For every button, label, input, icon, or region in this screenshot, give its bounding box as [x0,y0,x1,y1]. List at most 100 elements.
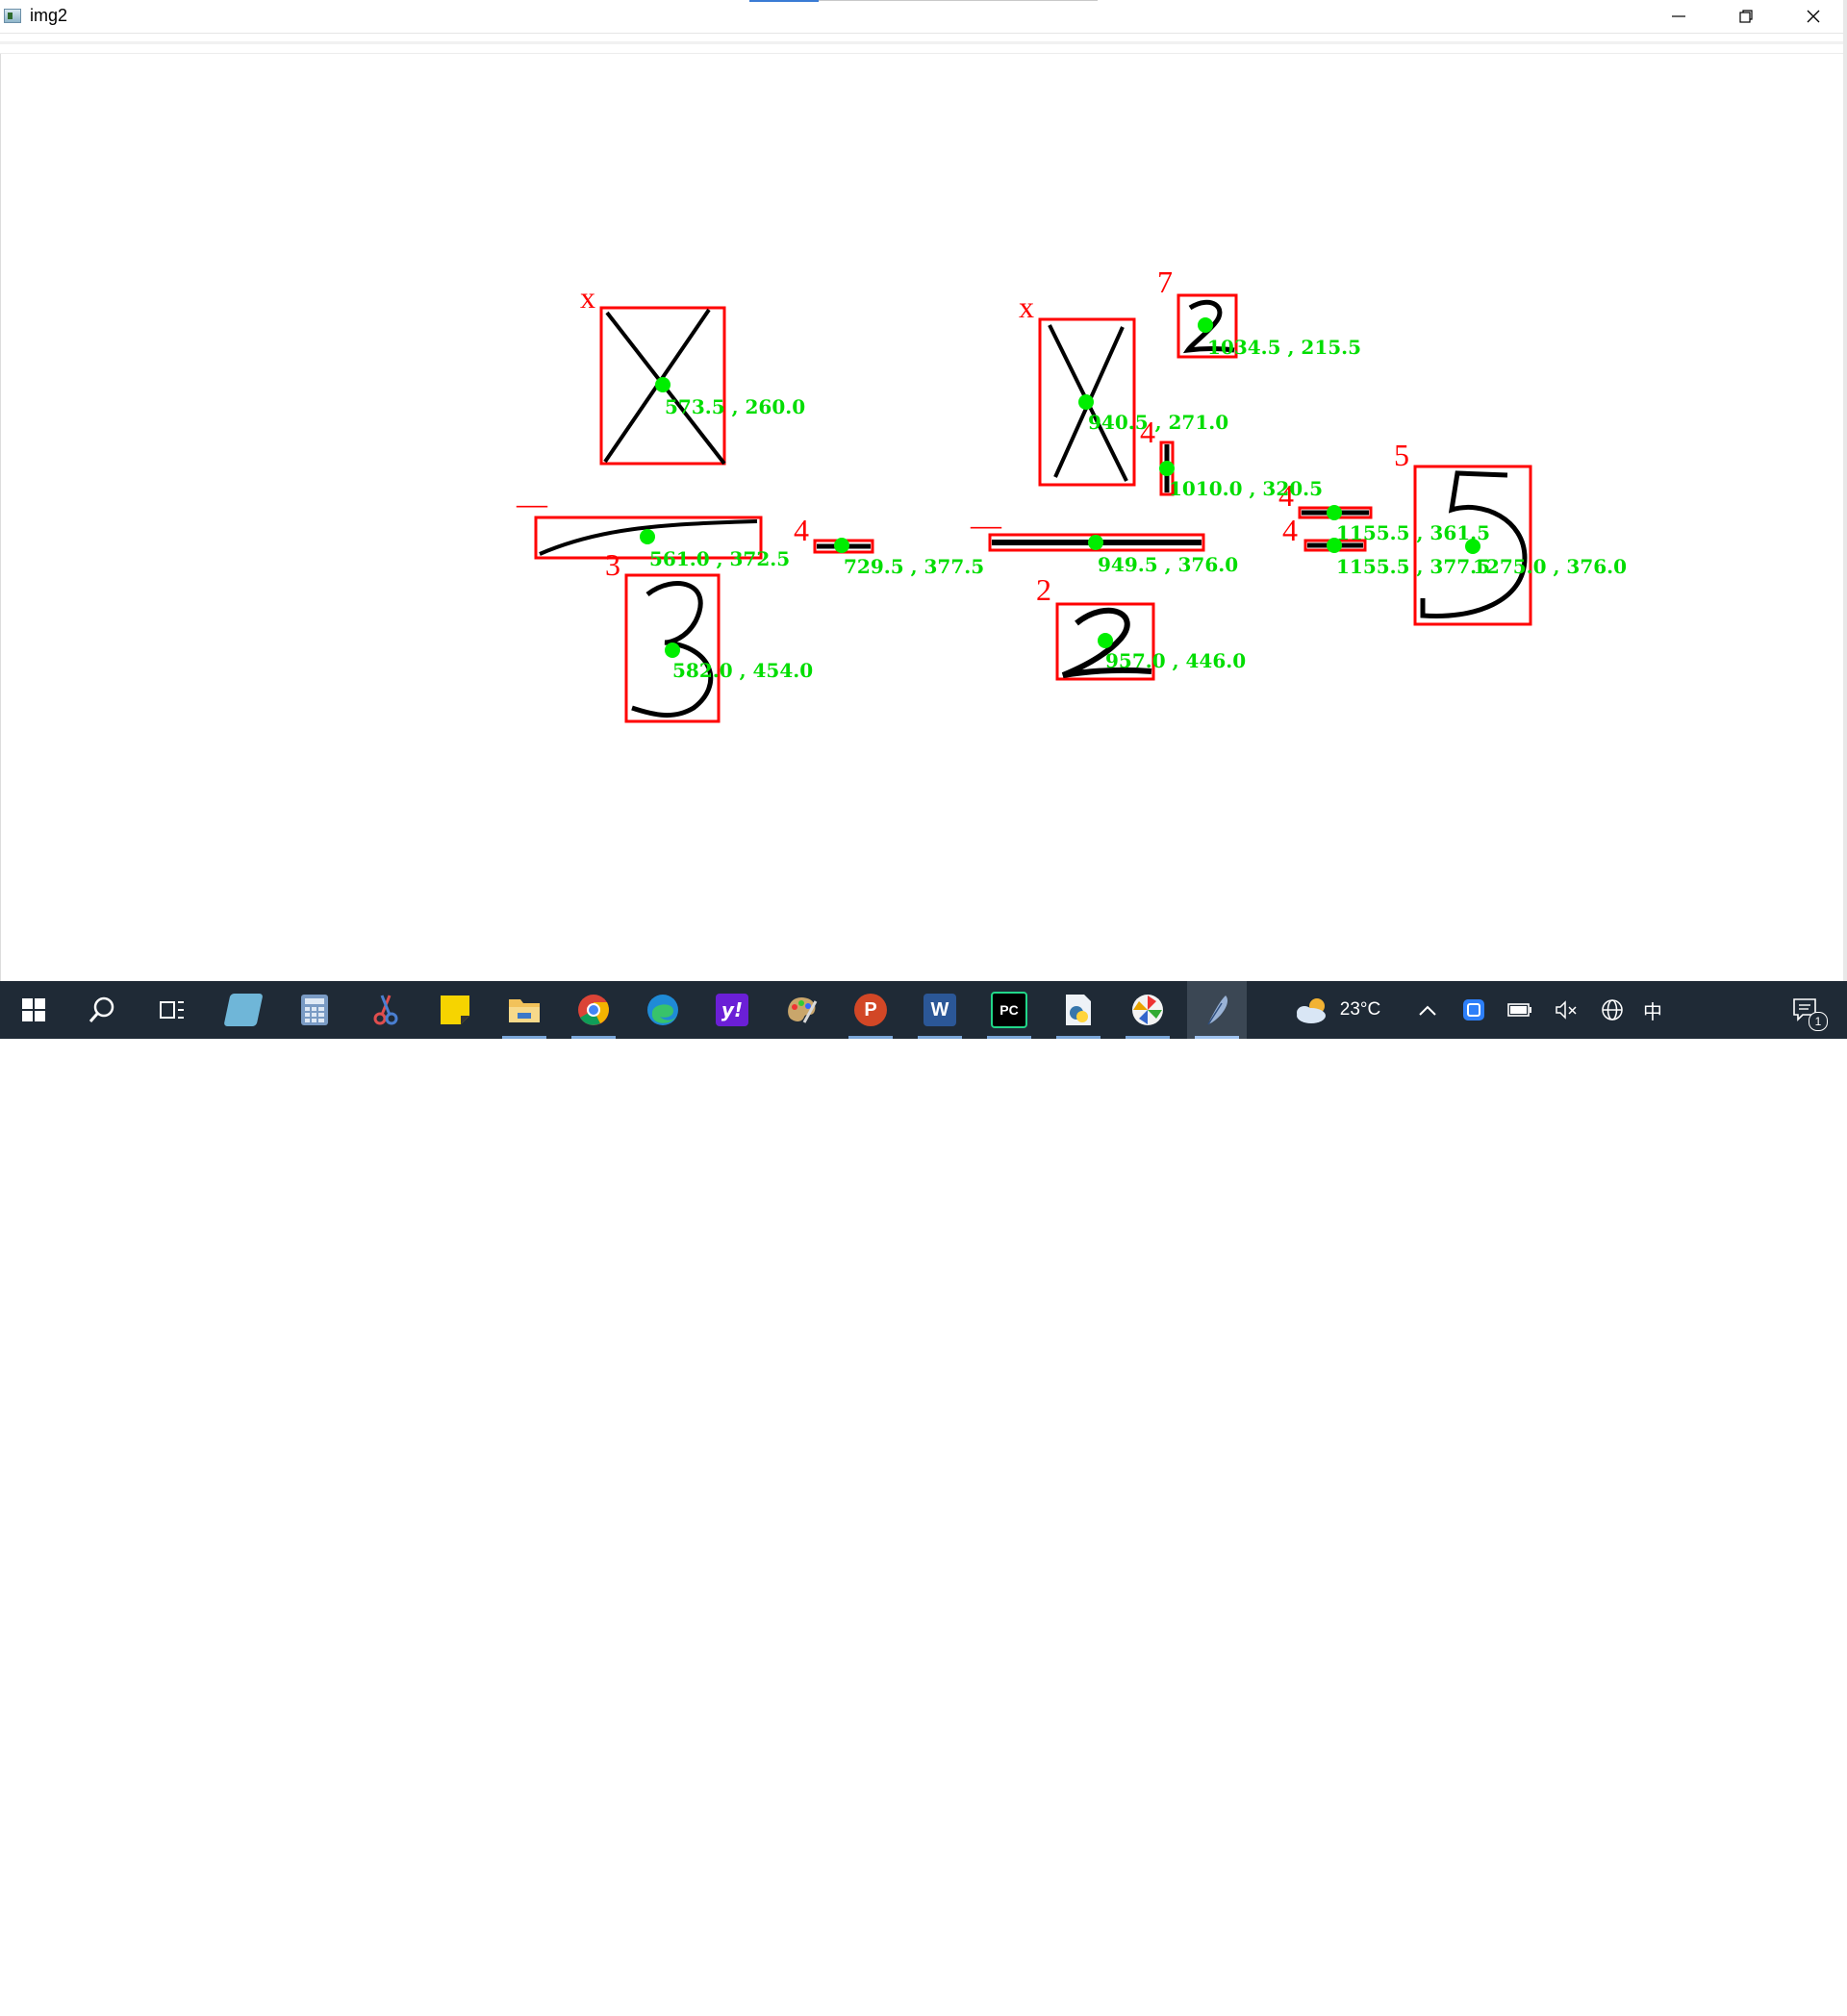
taskbar-app-yahoo[interactable]: y! [702,981,762,1039]
taskbar-app-pen[interactable] [214,981,273,1039]
taskbar-app-python[interactable] [1049,981,1108,1039]
word-icon: W [924,994,956,1026]
image-canvas: x — 3 4 x 7 4 — 2 4 4 5 573.5 , 260.0 56… [0,54,1844,981]
coord-label: 1275.0 , 376.0 [1473,555,1627,578]
globe-icon [1602,999,1623,1021]
tab-line [819,0,1098,1]
window-border-right [1843,0,1847,981]
tray-app-button[interactable] [1455,981,1493,1039]
chrome-icon [578,995,609,1025]
battery-icon [1507,1003,1531,1017]
taskbar-app-snipping[interactable] [356,981,416,1039]
coord-label: 940.5 , 271.0 [1088,411,1228,434]
scissors-icon [373,995,398,1025]
search-icon [89,996,114,1022]
folder-icon [509,999,540,1022]
feather-icon [1207,995,1228,1025]
class-label: 2 [1036,572,1051,607]
close-icon [1807,10,1820,23]
taskbar-app-powerpoint[interactable]: P [841,981,900,1039]
pycharm-icon: PC [991,992,1027,1028]
network-button[interactable] [1593,981,1632,1039]
palette-icon [788,997,818,1023]
coord-label: 582.0 , 454.0 [672,659,813,682]
center-point [1088,535,1103,550]
weather-widget[interactable]: 23°C [1279,981,1395,1039]
taskbar-app-pinwheel[interactable] [1118,981,1177,1039]
sticky-note-icon [441,995,469,1024]
meeting-app-icon [1463,999,1484,1021]
class-label: 4 [1282,513,1298,547]
taskbar-app-word[interactable]: W [910,981,970,1039]
clock-date: 2024/6/5 [1692,1994,1758,2012]
class-label: — [516,486,548,520]
taskbar-app-sticky-notes[interactable] [425,981,485,1039]
center-point [1159,461,1175,476]
clock-time: 上午 08:54 [1685,1969,1764,1987]
center-point [665,643,680,658]
coord-label: 729.5 , 377.5 [844,555,984,578]
start-button[interactable] [4,981,63,1039]
image-toolbar-strip [0,34,1847,54]
coord-label: 573.5 , 260.0 [665,395,805,418]
pinwheel-icon [1132,995,1163,1025]
center-point [640,529,655,544]
taskbar-app-chrome[interactable] [564,981,623,1039]
task-view-button[interactable] [142,981,202,1039]
windows-icon [22,998,45,1021]
search-button[interactable] [73,981,133,1039]
center-point [1078,394,1094,410]
chevron-up-icon [1419,1005,1436,1016]
coord-label: 1155.5 , 361.5 [1336,521,1490,544]
weather-temp: 23°C [1339,999,1381,1020]
calculator-icon [301,995,328,1025]
class-label: 3 [605,547,620,582]
ime-indicator: 中 [1643,999,1662,1023]
python-file-icon [1066,995,1091,1025]
minimize-button[interactable] [1645,0,1712,33]
center-point [1198,317,1213,333]
minimize-icon [1672,15,1685,17]
restore-icon [1739,10,1753,23]
taskbar: y! P W PC 23°C 中 上午 08:54 2024/6/5 1 [0,981,1847,2012]
powerpoint-icon: P [854,994,887,1026]
partly-cloudy-icon [1296,998,1326,1023]
coord-label: 957.0 , 446.0 [1105,649,1246,672]
coord-label: 1034.5 , 215.5 [1207,336,1361,359]
show-hidden-icons-button[interactable] [1408,981,1447,1039]
center-point [834,538,849,553]
window-title: img2 [30,6,68,25]
class-label: 5 [1394,438,1409,472]
center-point [1098,633,1113,648]
volume-button[interactable] [1547,981,1585,1039]
taskbar-app-paint[interactable] [772,981,831,1039]
coord-label: 561.0 , 372.5 [649,547,790,570]
taskbar-app-calculator[interactable] [285,981,344,1039]
taskbar-app-edge[interactable] [633,981,693,1039]
coord-label: 1010.0 , 320.5 [1169,477,1323,500]
class-label: x [580,280,595,315]
window-titlebar: img2 [0,0,1847,34]
edge-icon [647,995,678,1025]
taskbar-app-file-explorer[interactable] [494,981,554,1039]
clock[interactable]: 上午 08:54 2024/6/5 [1672,1966,1778,2016]
volume-muted-icon [1556,1000,1577,1020]
app-icon [4,9,21,23]
taskbar-app-feather[interactable] [1187,981,1247,1039]
input-method-button[interactable]: 中 [1633,981,1672,1039]
notification-count-badge: 1 [1809,1012,1828,1031]
task-view-icon [160,1001,184,1019]
recognition-image: x — 3 4 x 7 4 — 2 4 4 5 573.5 , 260.0 56… [516,265,1627,723]
close-button[interactable] [1780,0,1847,33]
coord-label: 949.5 , 376.0 [1098,553,1238,576]
class-label: 7 [1157,265,1173,299]
class-label: — [970,507,1002,542]
class-label: 4 [794,513,809,547]
restore-button[interactable] [1712,0,1780,33]
battery-button[interactable] [1501,981,1539,1039]
center-point [1327,505,1342,520]
center-point [655,377,670,392]
notifications-button[interactable]: 1 [1782,981,1830,1039]
taskbar-app-pycharm[interactable]: PC [979,981,1039,1039]
coord-label: 1155.5 , 377.5 [1336,555,1490,578]
